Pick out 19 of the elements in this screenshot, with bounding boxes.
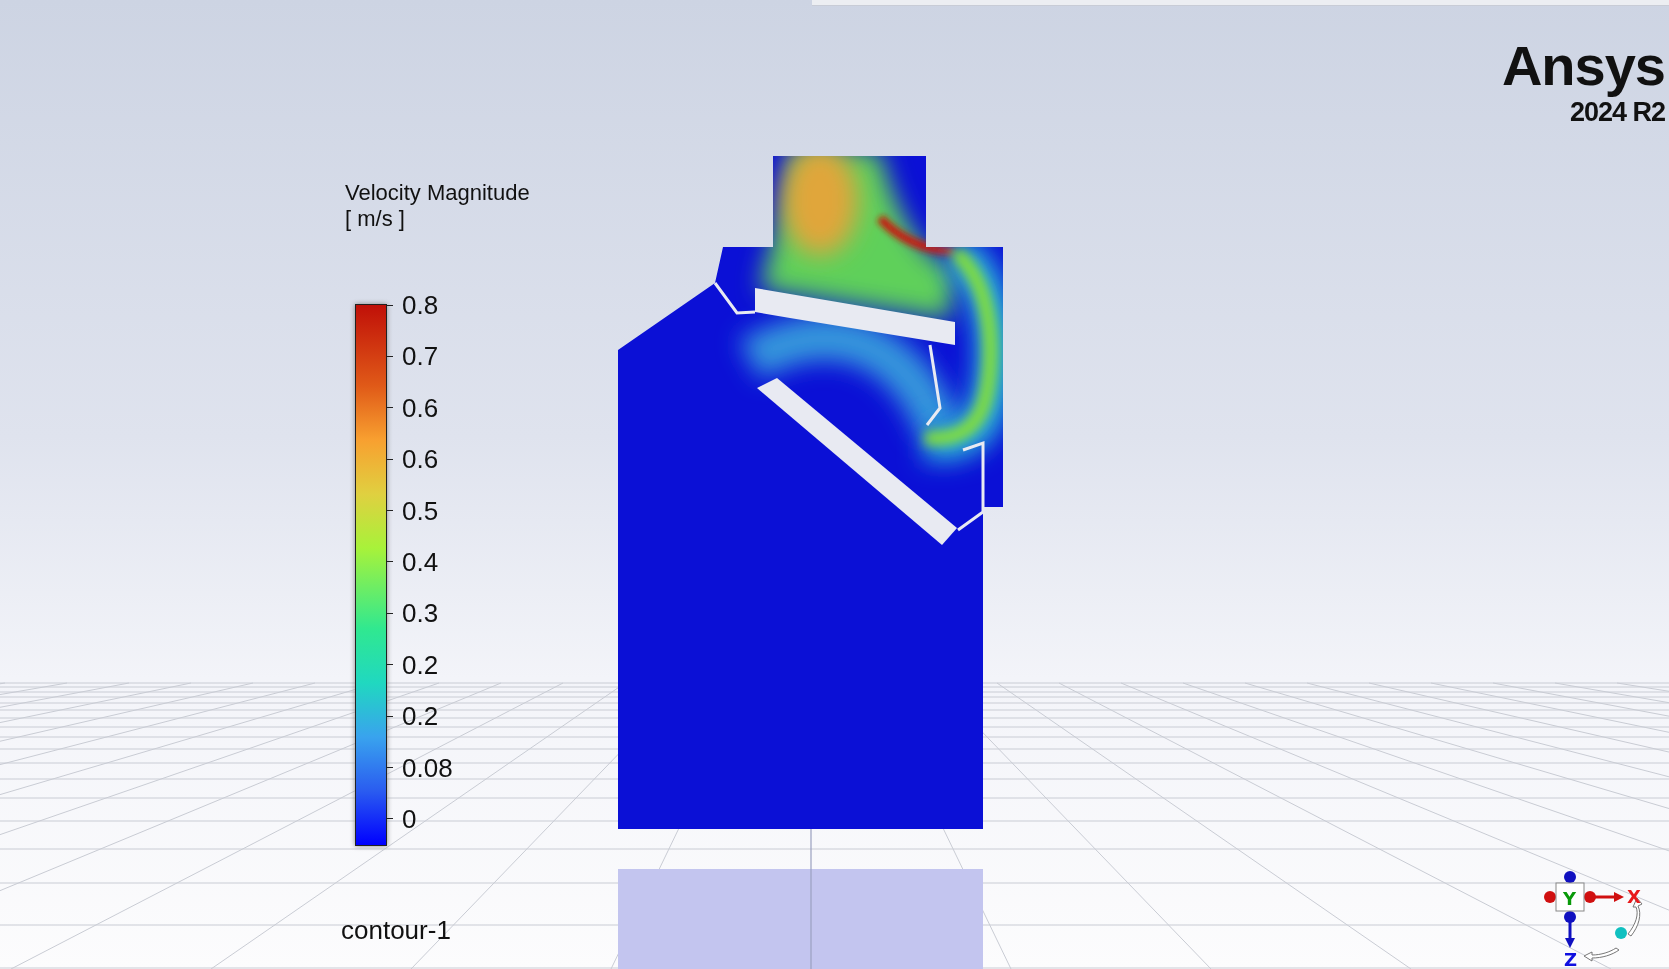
- legend-title: Velocity Magnitude: [345, 180, 530, 206]
- scale-value: 0.5: [402, 496, 439, 525]
- scale-value: 0.7: [402, 342, 439, 371]
- axis-label: X: [1627, 886, 1641, 907]
- product-version: 2024 R2: [1569, 97, 1665, 128]
- legend-unit: [ m/s ]: [345, 206, 406, 232]
- scale-value: 0.08: [402, 753, 453, 782]
- scale-value: 0.2: [402, 650, 439, 679]
- scale-value: 0.2: [402, 702, 439, 731]
- scale-value: 0.3: [402, 599, 439, 628]
- product-logo: Ansys: [1501, 36, 1665, 96]
- scale-value: 0.6: [402, 445, 439, 474]
- scale-value: 0: [402, 804, 417, 833]
- axis-label: Y: [1563, 888, 1577, 909]
- contour-name: contour-1: [341, 915, 451, 946]
- scale-value: 0.4: [402, 547, 439, 576]
- scale-value: 0.6: [402, 393, 439, 422]
- scale-value: 0.8: [402, 291, 439, 319]
- axis-label: Z: [1564, 949, 1578, 969]
